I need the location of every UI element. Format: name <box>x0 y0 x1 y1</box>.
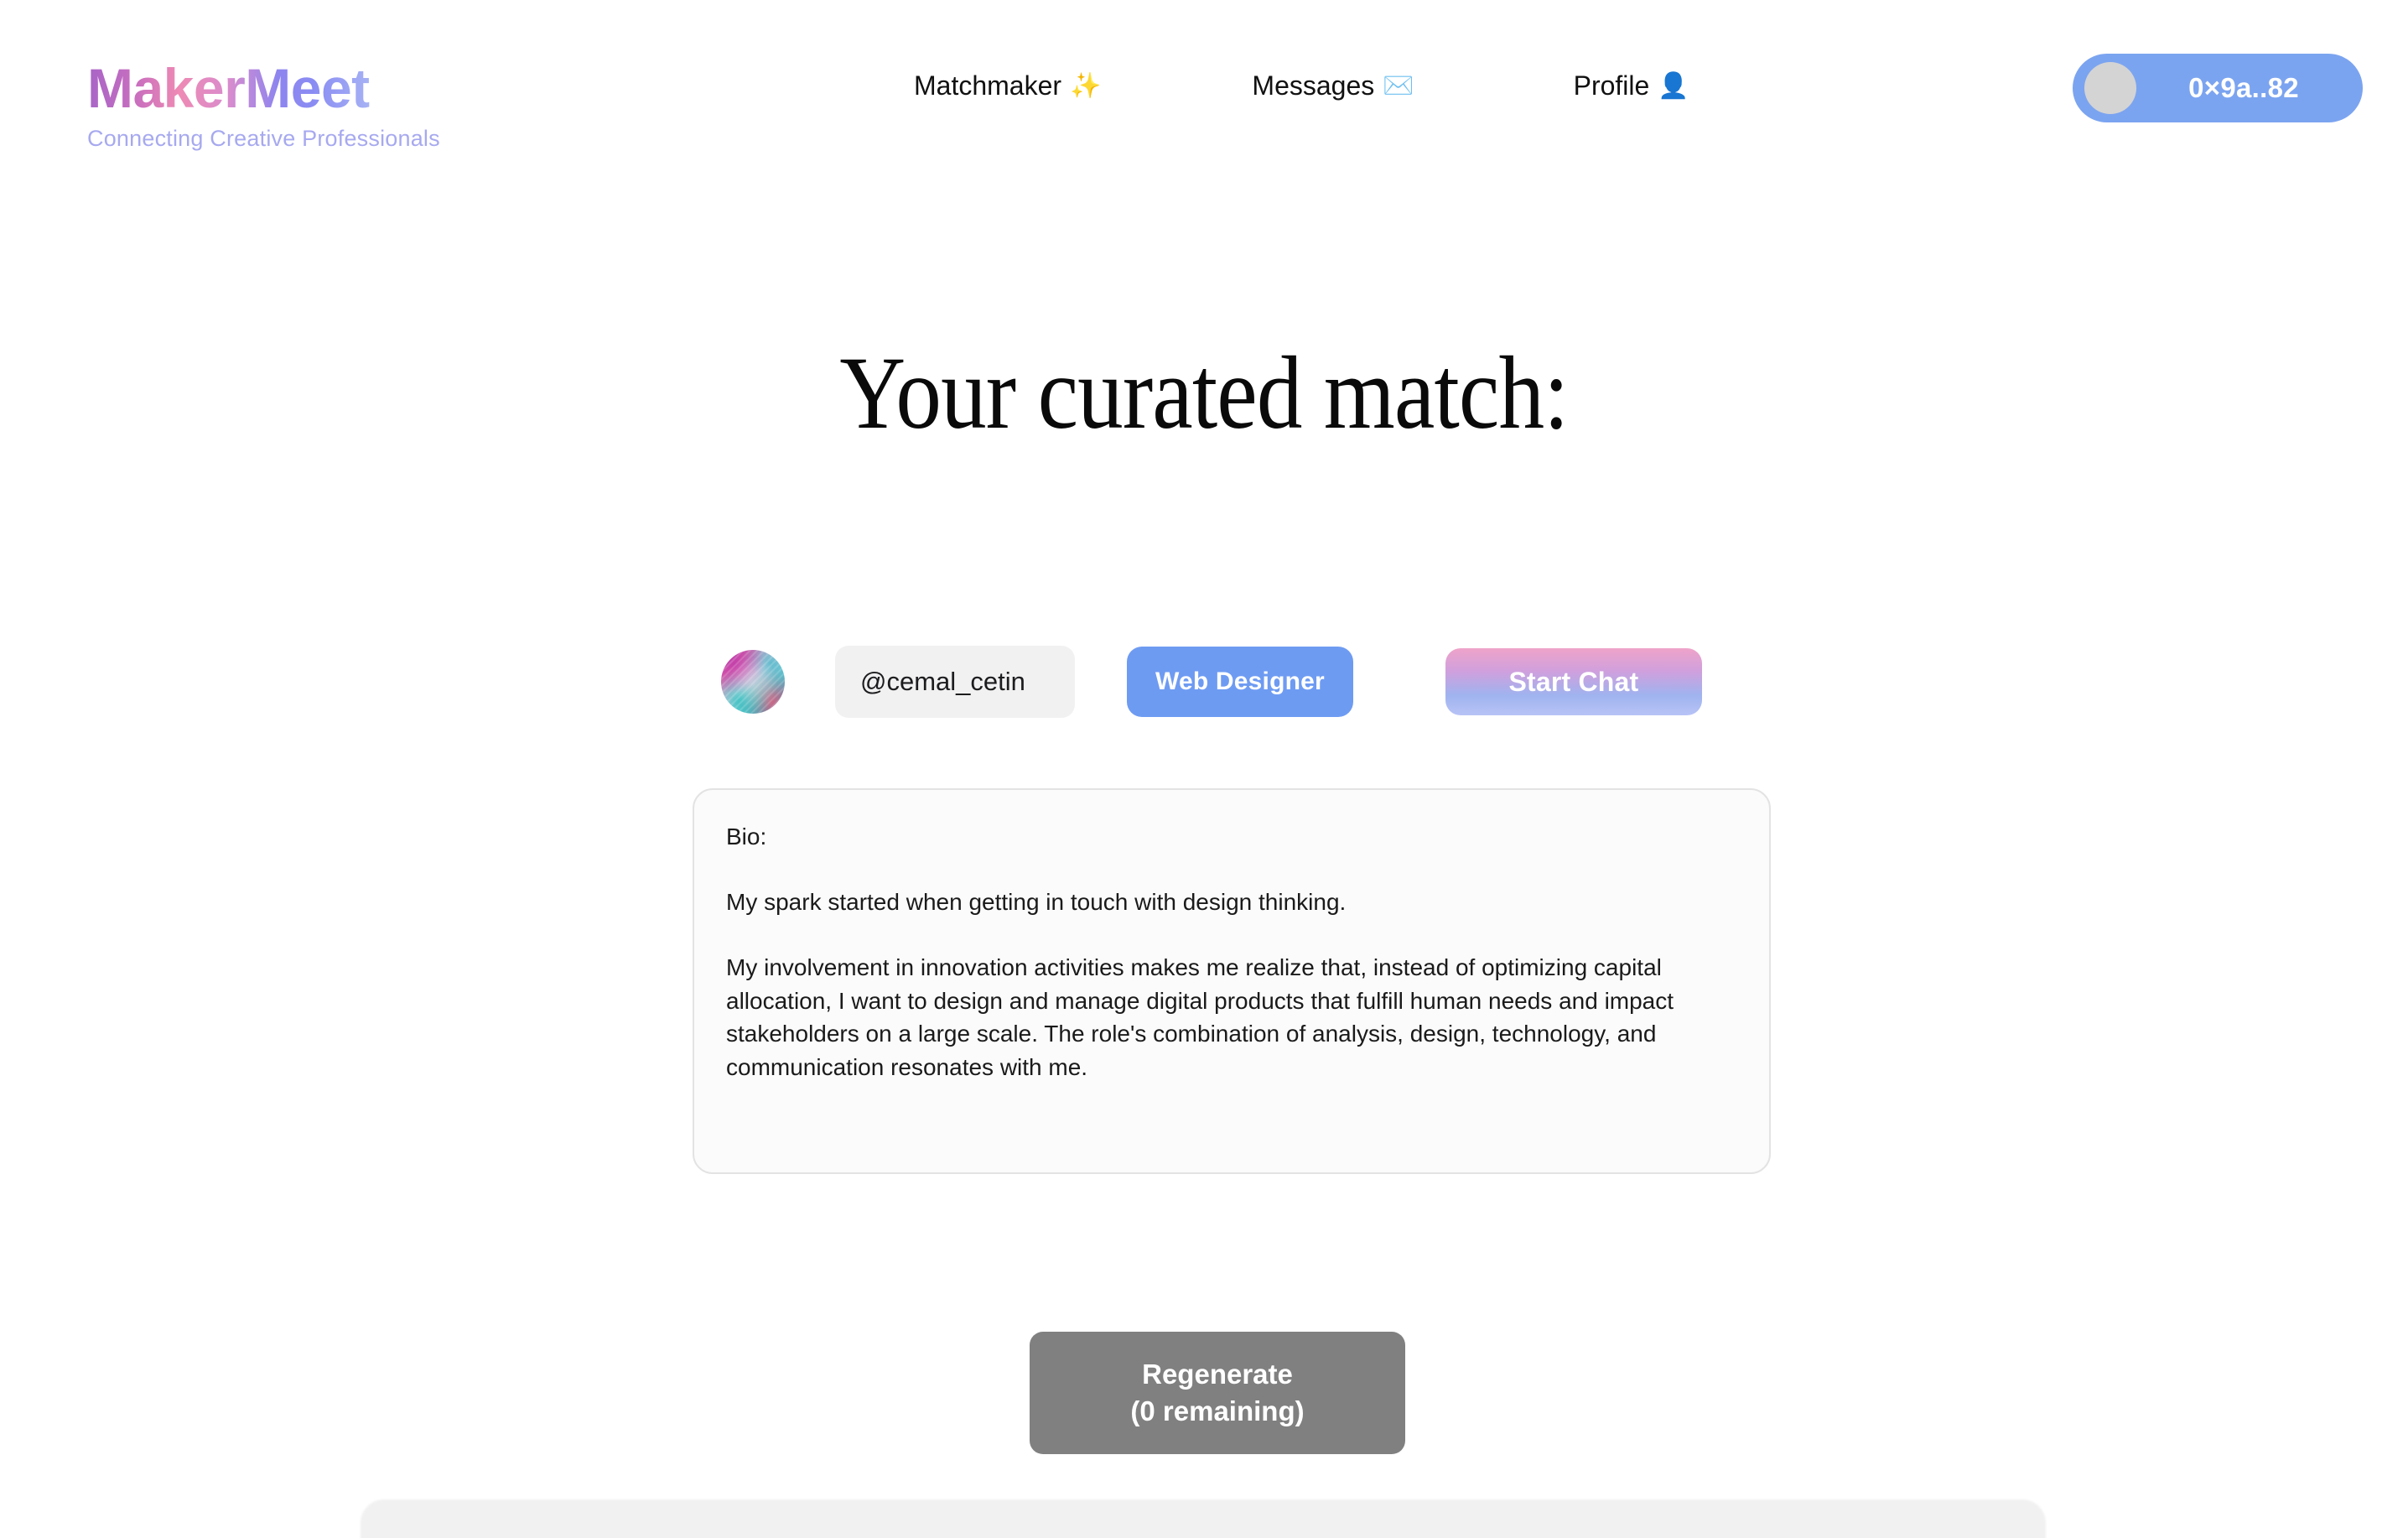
match-username[interactable]: @cemal_cetin <box>835 646 1075 718</box>
regenerate-button[interactable]: Regenerate (0 remaining) <box>1030 1332 1405 1454</box>
nav-item-messages[interactable]: Messages ✉️ <box>1252 70 1414 101</box>
match-avatar <box>721 650 785 714</box>
brand[interactable]: MakerMeet Connecting Creative Profession… <box>87 60 440 152</box>
wallet-button[interactable]: 0×9a..82 <box>2073 54 2363 122</box>
nav-item-matchmaker[interactable]: Matchmaker ✨ <box>914 70 1101 101</box>
nav-item-profile[interactable]: Profile 👤 <box>1574 70 1689 101</box>
regenerate-label-primary: Regenerate <box>1142 1359 1293 1390</box>
bio-paragraph-2: My involvement in innovation activities … <box>726 953 1674 1080</box>
start-chat-button[interactable]: Start Chat <box>1445 648 1702 715</box>
wallet-avatar <box>2084 62 2136 114</box>
brand-tagline: Connecting Creative Professionals <box>87 126 440 151</box>
below-fold-panel <box>361 1499 2046 1538</box>
person-icon: 👤 <box>1658 71 1689 100</box>
site-header: MakerMeet Connecting Creative Profession… <box>0 0 2408 193</box>
main-navigation: Matchmaker ✨ Messages ✉️ Profile 👤 <box>914 70 1945 101</box>
bio-card: Bio: My spark started when getting in to… <box>693 788 1771 1174</box>
brand-logo[interactable]: MakerMeet <box>87 60 440 116</box>
page-title: Your curated match: <box>839 335 1569 450</box>
bio-label: Bio: <box>726 824 767 850</box>
app-root: MakerMeet Connecting Creative Profession… <box>0 0 2408 1538</box>
sparkles-icon: ✨ <box>1070 71 1102 100</box>
nav-label-matchmaker: Matchmaker <box>914 70 1062 101</box>
match-summary-row: @cemal_cetin Web Designer Start Chat <box>721 646 1702 718</box>
nav-label-profile: Profile <box>1573 70 1650 101</box>
nav-label-messages: Messages <box>1252 70 1375 101</box>
wallet-address-label: 0×9a..82 <box>2188 72 2299 103</box>
envelope-icon: ✉️ <box>1383 71 1414 100</box>
bio-paragraph-1: My spark started when getting in touch w… <box>726 889 1347 915</box>
regenerate-label-count: (0 remaining) <box>1130 1395 1305 1426</box>
match-role-badge[interactable]: Web Designer <box>1127 647 1353 717</box>
